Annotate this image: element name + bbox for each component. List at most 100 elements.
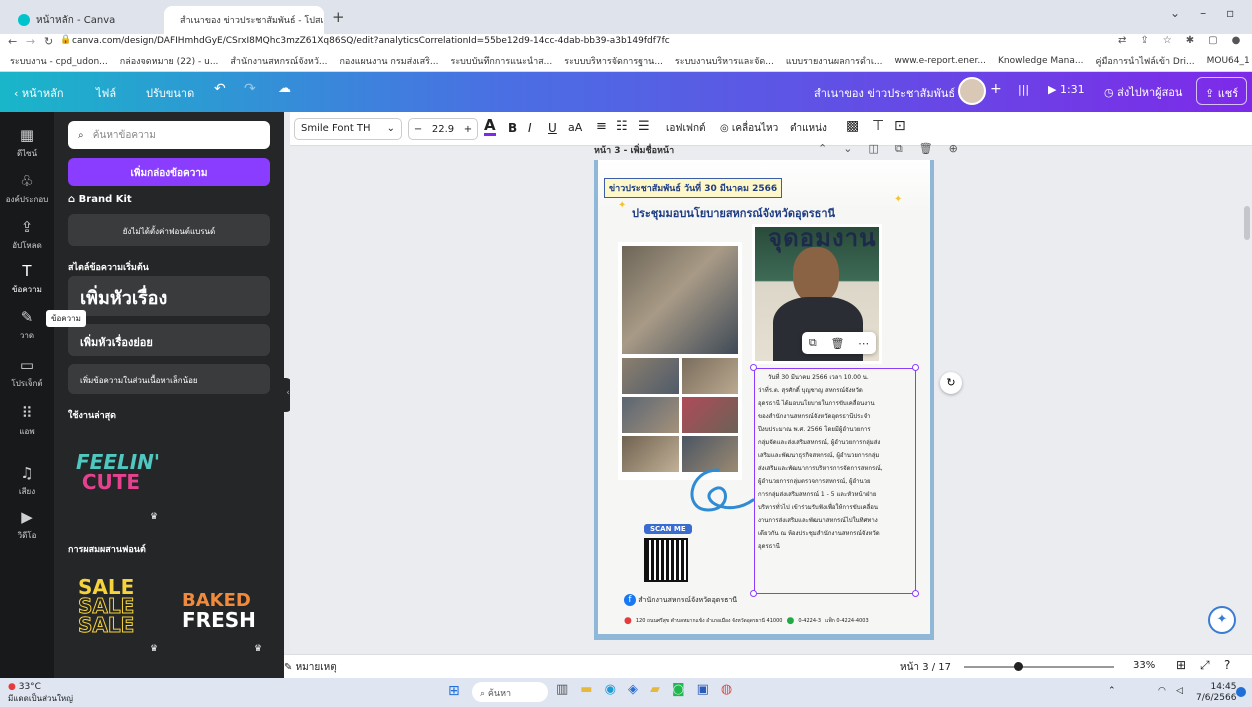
resize-button[interactable]: ปรับขนาด bbox=[146, 84, 194, 102]
add-textbox-button[interactable]: เพิ่มกล่องข้อความ bbox=[68, 158, 270, 186]
cloud-sync-icon[interactable]: ☁ bbox=[278, 81, 291, 96]
page-title-label[interactable]: หน้า 3 - เพิ่มชื่อหน้า bbox=[594, 143, 674, 157]
avatar[interactable] bbox=[958, 77, 986, 105]
page-indicator[interactable]: หน้า 3 / 17 bbox=[900, 660, 951, 675]
reload-icon[interactable]: ↻ bbox=[44, 35, 53, 48]
new-tab-button[interactable]: + bbox=[332, 8, 345, 26]
poster-date-banner[interactable]: ข่าวประชาสัมพันธ์ วันที่ 30 มีนาคม 2566 bbox=[604, 178, 783, 198]
rail-item-video[interactable]: ▶ วิดีโอ bbox=[0, 508, 54, 542]
search-input[interactable]: ⌕ ค้นหาข้อความ bbox=[68, 121, 270, 149]
rail-item-uploads[interactable]: ⇪ อัปโหลด bbox=[0, 218, 54, 252]
clock[interactable]: 14:45 7/6/2566 bbox=[1196, 682, 1236, 704]
list-icon[interactable]: ☷ bbox=[616, 119, 628, 134]
spacing-icon[interactable]: ☰ bbox=[638, 119, 650, 134]
add-collaborator-icon[interactable]: + bbox=[990, 81, 1002, 97]
rail-item-apps[interactable]: ⠿ แอพ bbox=[0, 404, 54, 438]
back-home-button[interactable]: ‹ หน้าหลัก bbox=[14, 84, 64, 102]
minimize-icon[interactable]: – bbox=[1200, 6, 1206, 20]
bookmark-item[interactable]: กล่องจดหมาย (22) - u... bbox=[120, 54, 219, 68]
fullscreen-icon[interactable]: ⤢ bbox=[1200, 658, 1210, 673]
chevron-down-icon[interactable]: ⌄ bbox=[843, 142, 852, 156]
document-title[interactable]: สำเนาของ ข่าวประชาสัมพันธ์ bbox=[814, 84, 955, 102]
position-button[interactable]: ตำแหน่ง bbox=[790, 121, 827, 136]
add-page-icon[interactable]: ⊕ bbox=[949, 142, 958, 156]
brand-kit-link[interactable]: ⌂ Brand Kit bbox=[68, 194, 132, 205]
rail-item-elements[interactable]: ♧ องค์ประกอบ bbox=[0, 172, 54, 206]
volume-icon[interactable]: ◁ bbox=[1176, 686, 1183, 696]
photo-collage[interactable] bbox=[618, 242, 742, 480]
bookmark-item[interactable]: www.e-report.ener... bbox=[895, 56, 987, 66]
share-button[interactable]: ⇪ แชร์ bbox=[1196, 77, 1248, 105]
hide-page-icon[interactable]: ◫ bbox=[868, 142, 878, 156]
file-explorer-icon[interactable]: ▬ bbox=[580, 682, 592, 697]
rail-item-design[interactable]: ▦ ดีไซน์ bbox=[0, 126, 54, 160]
translate-icon[interactable]: ⇄ bbox=[1118, 35, 1126, 46]
bookmark-item[interactable]: กองแผนงาน กรมส่งเสริ... bbox=[339, 54, 438, 68]
windows-start-icon[interactable]: ⊞ bbox=[448, 683, 460, 699]
star-icon[interactable]: ☆ bbox=[1163, 35, 1172, 46]
animate-button[interactable]: ◎ เคลื่อนไหว bbox=[720, 121, 778, 136]
notes-button[interactable]: ✎ หมายเหตุ bbox=[284, 660, 337, 675]
resize-handle[interactable] bbox=[912, 364, 919, 371]
store-icon[interactable]: ◈ bbox=[628, 682, 638, 697]
delete-page-icon[interactable]: 🗑 bbox=[919, 142, 933, 156]
recent-font-sample[interactable]: FEELIN' CUTE bbox=[76, 452, 160, 492]
align-icon[interactable]: ≡ bbox=[596, 119, 607, 134]
add-heading-button[interactable]: เพิ่มหัวเรื่อง bbox=[68, 276, 270, 316]
grid-view-icon[interactable]: ⊞ bbox=[1176, 658, 1186, 672]
bookmark-item[interactable]: MOU64_1 - Google... bbox=[1207, 56, 1252, 66]
bookmark-item[interactable]: Knowledge Mana... bbox=[998, 56, 1083, 66]
url-field[interactable]: canva.com/design/DAFIHmhdGyE/CSrxI8MQhc3… bbox=[72, 36, 972, 46]
bold-button[interactable]: B bbox=[508, 121, 517, 135]
brand-fonts-button[interactable]: ยังไม่ได้ตั้งค่าฟอนต์แบรนด์ bbox=[68, 214, 270, 246]
analytics-button[interactable]: ||| bbox=[1018, 83, 1029, 96]
line-icon[interactable]: ◙ bbox=[672, 682, 685, 697]
task-view-icon[interactable]: ▥ bbox=[556, 682, 568, 697]
rail-item-audio[interactable]: ♫ เสียง bbox=[0, 464, 54, 498]
underline-button[interactable]: U bbox=[548, 121, 557, 135]
word-icon[interactable]: ▣ bbox=[697, 682, 709, 697]
present-button[interactable]: ▶ 1:31 bbox=[1048, 83, 1085, 96]
back-arrow-icon[interactable]: ← bbox=[8, 35, 17, 48]
zoom-slider[interactable] bbox=[964, 662, 1114, 671]
submit-to-teacher-button[interactable]: ◷ ส่งไปหาผู้สอน bbox=[1104, 83, 1182, 101]
add-body-text-button[interactable]: เพิ่มข้อความในส่วนเนื้อหาเล็กน้อย bbox=[68, 364, 270, 394]
duplicate-icon[interactable]: ⧉ bbox=[809, 336, 817, 350]
resize-handle[interactable] bbox=[912, 590, 919, 597]
lock-icon[interactable]: 🔒 bbox=[60, 35, 71, 45]
rail-item-projects[interactable]: ▭ โปรเจ็กต์ bbox=[0, 356, 54, 390]
bookmark-item[interactable]: แบบรายงานผลการดำเ... bbox=[786, 54, 883, 68]
help-icon[interactable]: ? bbox=[1224, 658, 1230, 672]
vertical-scrollbar[interactable] bbox=[1244, 206, 1250, 240]
bookmark-item[interactable]: ระบบบริหารจัดการฐาน... bbox=[564, 54, 663, 68]
bookmark-item[interactable]: ระบบบันทึกการแนะนำส... bbox=[451, 54, 553, 68]
zoom-slider-knob[interactable] bbox=[1014, 662, 1023, 671]
paint-roller-icon[interactable]: ⊤ bbox=[872, 118, 884, 134]
share-icon[interactable]: ⇪ bbox=[1140, 35, 1148, 46]
effects-button[interactable]: เอฟเฟกต์ bbox=[666, 121, 706, 136]
taskbar-search[interactable]: ⌕ ค้นหา bbox=[472, 682, 548, 702]
more-icon[interactable]: ⋯ bbox=[858, 337, 869, 350]
magic-assistant-icon[interactable]: ✦ bbox=[1208, 606, 1236, 634]
tab-current-design[interactable]: สำเนาของ ข่าวประชาสัมพันธ์ - โปสเ... ✕ bbox=[164, 6, 324, 34]
font-size-stepper[interactable]: − 22.9 + bbox=[408, 118, 478, 140]
decrease-size-button[interactable]: − bbox=[414, 124, 422, 135]
font-family-dropdown[interactable]: Smile Font TH ⌄ bbox=[294, 118, 402, 140]
resize-handle[interactable] bbox=[750, 364, 757, 371]
font-combo-baked-fresh[interactable]: BAKED FRESH bbox=[182, 592, 256, 631]
bookmark-item[interactable]: ระบบงานบริหารและจัด... bbox=[675, 54, 774, 68]
increase-size-button[interactable]: + bbox=[464, 124, 472, 135]
rail-item-text[interactable]: T ข้อความ bbox=[0, 262, 54, 296]
chevron-down-icon[interactable]: ⌄ bbox=[1170, 6, 1180, 20]
resize-handle[interactable] bbox=[750, 590, 757, 597]
rotate-icon[interactable]: ↻ bbox=[940, 372, 962, 394]
lock-icon[interactable]: ⊡ bbox=[894, 118, 906, 134]
bookmark-item[interactable]: คู่มือการนำไฟล์เข้า Dri... bbox=[1095, 54, 1194, 68]
folder-icon[interactable]: ▰ bbox=[650, 682, 660, 697]
redo-icon[interactable]: ↷ bbox=[244, 81, 256, 97]
font-size-value[interactable]: 22.9 bbox=[432, 124, 454, 135]
text-color-icon[interactable]: A bbox=[484, 118, 496, 136]
letter-case-button[interactable]: aA bbox=[568, 121, 582, 134]
profile-avatar[interactable]: ● bbox=[1232, 35, 1241, 46]
extensions-icon[interactable]: ✱ bbox=[1186, 35, 1194, 46]
